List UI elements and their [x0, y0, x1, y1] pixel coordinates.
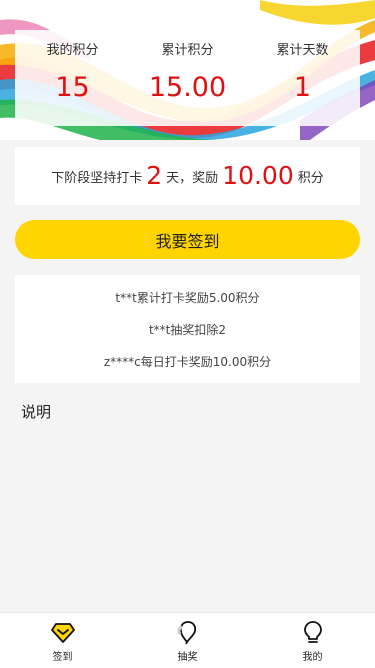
tab-mine[interactable]: 我的	[250, 613, 375, 668]
feed-item: t**t抽奖扣除2	[148, 323, 227, 337]
tab-label: 我的	[302, 652, 323, 663]
bottom-tab-bar: 签到 抽奖 我的	[0, 612, 375, 668]
streak-reward: 10.00	[222, 161, 294, 190]
points-stats-card: 我的积分 15 累计积分 15.00 累计天数 1	[15, 30, 360, 126]
tab-label: 抽奖	[177, 652, 198, 663]
stat-value: 15	[55, 72, 90, 103]
feed-item: t**t累计打卡奖励5.00积分	[115, 291, 260, 305]
tab-lottery[interactable]: 抽奖	[125, 613, 250, 668]
diamond-icon	[50, 623, 75, 643]
activity-feed: t**t累计打卡奖励5.00积分 t**t抽奖扣除2 z****c每日打卡奖励1…	[15, 275, 360, 383]
checkin-button[interactable]: 我要签到	[15, 220, 360, 259]
stat-my-points: 我的积分 15	[15, 30, 130, 126]
streak-middle: 天，奖励	[166, 170, 219, 186]
streak-prefix: 下阶段坚持打卡	[51, 170, 143, 186]
next-stage-card: 下阶段坚持打卡 2 天，奖励 10.00 积分	[15, 147, 360, 205]
stat-value: 15.00	[148, 72, 227, 103]
streak-suffix: 积分	[297, 170, 324, 186]
stat-total-days: 累计天数 1	[245, 30, 360, 126]
stat-value: 1	[293, 72, 312, 103]
tab-label: 签到	[52, 652, 73, 663]
lightbulb-icon	[303, 621, 322, 643]
stat-label: 累计天数	[276, 43, 329, 58]
explain-heading: 说明	[21, 403, 52, 421]
tab-checkin[interactable]: 签到	[0, 613, 125, 668]
streak-days: 2	[146, 161, 163, 190]
stat-total-points: 累计积分 15.00	[130, 30, 245, 126]
feed-item: z****c每日打卡奖励10.00积分	[103, 355, 272, 369]
balloon-icon	[176, 621, 196, 645]
stat-label: 我的积分	[46, 43, 99, 58]
stat-label: 累计积分	[161, 43, 214, 58]
